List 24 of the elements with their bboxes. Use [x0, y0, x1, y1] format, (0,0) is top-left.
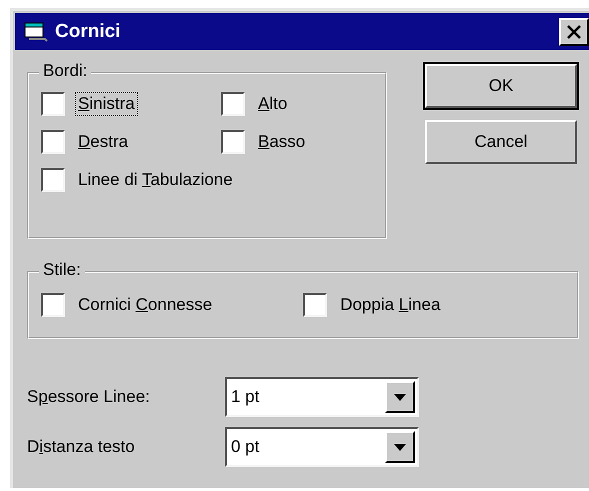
checkbox-label: Destra — [77, 131, 130, 153]
close-button[interactable] — [559, 18, 589, 46]
field-label: Distanza testo — [27, 437, 136, 457]
checkbox-label: Linee di Tabulazione — [77, 169, 234, 191]
checkbox[interactable] — [41, 168, 65, 192]
checkbox[interactable] — [221, 130, 245, 154]
checkbox[interactable] — [41, 92, 65, 116]
checkbox-label: Alto — [257, 93, 288, 115]
field-label: Spessore Linee: — [27, 387, 151, 407]
checkbox[interactable] — [41, 293, 65, 317]
checkbox-label: Doppia Linea — [339, 294, 442, 316]
window-icon — [23, 20, 49, 42]
checkbox[interactable] — [221, 92, 245, 116]
dropdown[interactable]: 1 pt — [225, 377, 419, 417]
window-title: Cornici — [55, 20, 120, 42]
checkbox-label: Basso — [257, 131, 306, 153]
dropdown[interactable]: 0 pt — [225, 427, 419, 467]
dialog-button[interactable]: OK — [425, 64, 577, 108]
checkbox-label: Cornici Connesse — [77, 294, 214, 316]
close-icon — [566, 24, 582, 38]
checkbox[interactable] — [303, 293, 328, 317]
dialog-button[interactable]: Cancel — [425, 120, 577, 164]
checkbox-label: Sinistra — [75, 92, 138, 116]
checkbox[interactable] — [41, 130, 65, 154]
